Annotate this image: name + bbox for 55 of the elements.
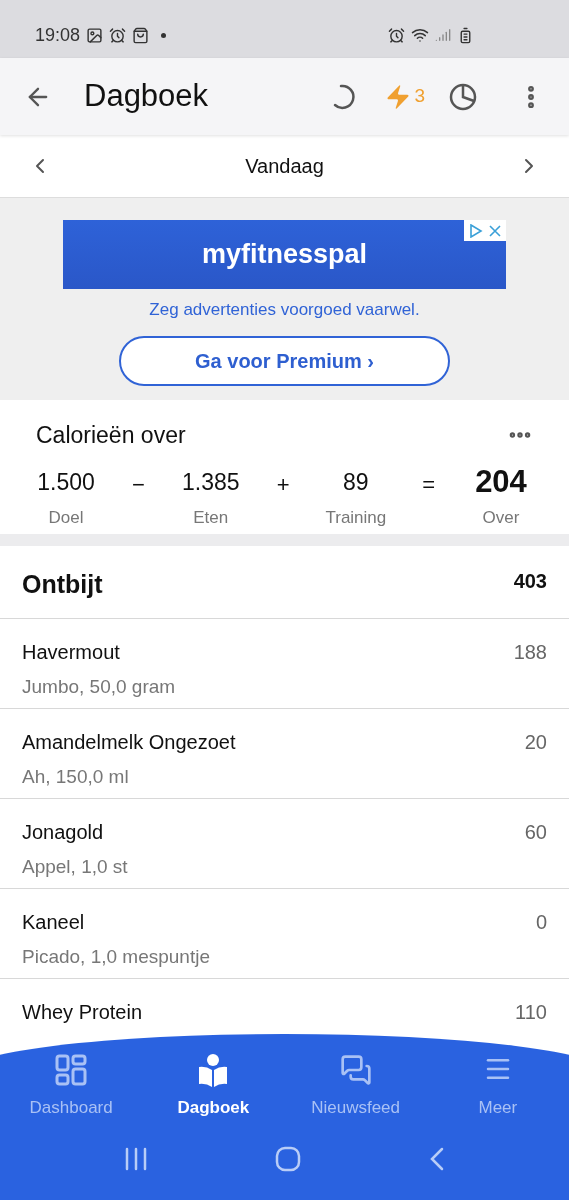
alarm-icon	[388, 26, 405, 44]
food-name: Kaneel	[22, 910, 86, 935]
food-row[interactable]: Jonagold Appel, 1,0 st 60	[0, 799, 569, 889]
calorie-label: Training	[325, 506, 387, 529]
ad-banner[interactable]: myfitnesspal	[63, 220, 506, 289]
food-calories: 0	[535, 910, 547, 935]
home-icon[interactable]	[275, 1146, 302, 1172]
grid-icon	[55, 1054, 88, 1086]
ad-brand: myfitnesspal	[201, 238, 368, 272]
page-title: Dagboek	[84, 77, 209, 116]
food-name: Amandelmelk Ongezoet	[22, 730, 236, 755]
food-detail: Appel, 1,0 st	[22, 855, 128, 879]
operator-sign: +	[276, 470, 290, 499]
meal-total: 403	[513, 569, 547, 594]
food-detail: Ah, 150,0 ml	[22, 765, 130, 789]
food-calories: 110	[515, 1000, 547, 1025]
food-row[interactable]: Amandelmelk Ongezoet Ah, 150,0 ml 20	[0, 709, 569, 799]
date-label: Vandaag	[245, 154, 324, 179]
meal-title: Ontbijt	[22, 569, 103, 600]
calorie-label: Doel	[48, 506, 84, 529]
status-time: 19:08	[35, 23, 81, 47]
food-calories: 188	[513, 640, 547, 665]
food-calories: 60	[524, 820, 547, 845]
operator-sign: −	[131, 470, 145, 499]
food-detail: Jumbo, 50,0 gram	[22, 675, 176, 699]
ad-tagline: Zeg advertenties voorgoed vaarwel.	[149, 299, 420, 321]
close-icon	[489, 224, 501, 237]
food-row[interactable]: Havermout Jumbo, 50,0 gram 188	[0, 619, 569, 709]
recent-apps-icon[interactable]	[123, 1147, 148, 1171]
play-icon	[469, 223, 483, 238]
calorie-label: Eten	[193, 506, 229, 529]
calorie-label: Over	[482, 506, 520, 529]
food-name: Havermout	[22, 640, 121, 665]
bag-icon	[132, 26, 150, 44]
premium-button[interactable]: Ga voor Premium ›	[119, 335, 450, 386]
calorie-value: 89	[343, 467, 369, 497]
calorie-value: 1.385	[181, 467, 240, 497]
food-name: Whey Protein	[22, 1000, 143, 1025]
food-name: Jonagold	[22, 820, 105, 845]
food-detail: Picado, 1,0 mespuntje	[22, 945, 210, 969]
clock-icon	[109, 26, 127, 44]
wifi-icon	[411, 26, 429, 44]
ad-choices-badge[interactable]	[464, 220, 506, 241]
reading-book-icon	[198, 1054, 229, 1088]
signal-icon	[435, 27, 451, 43]
chat-bubbles-icon	[339, 1054, 372, 1086]
operator-sign: =	[422, 470, 436, 499]
calories-title: Calorieën over	[36, 421, 186, 450]
food-row[interactable]: Kaneel Picado, 1,0 mespuntje 0	[0, 889, 569, 979]
calorie-value: 1.500	[37, 467, 95, 497]
calorie-value: 204	[475, 464, 527, 499]
food-calories: 20	[524, 730, 547, 755]
image-icon	[86, 26, 104, 44]
pie-chart-icon[interactable]	[449, 82, 477, 111]
back-nav-icon[interactable]	[429, 1147, 446, 1171]
